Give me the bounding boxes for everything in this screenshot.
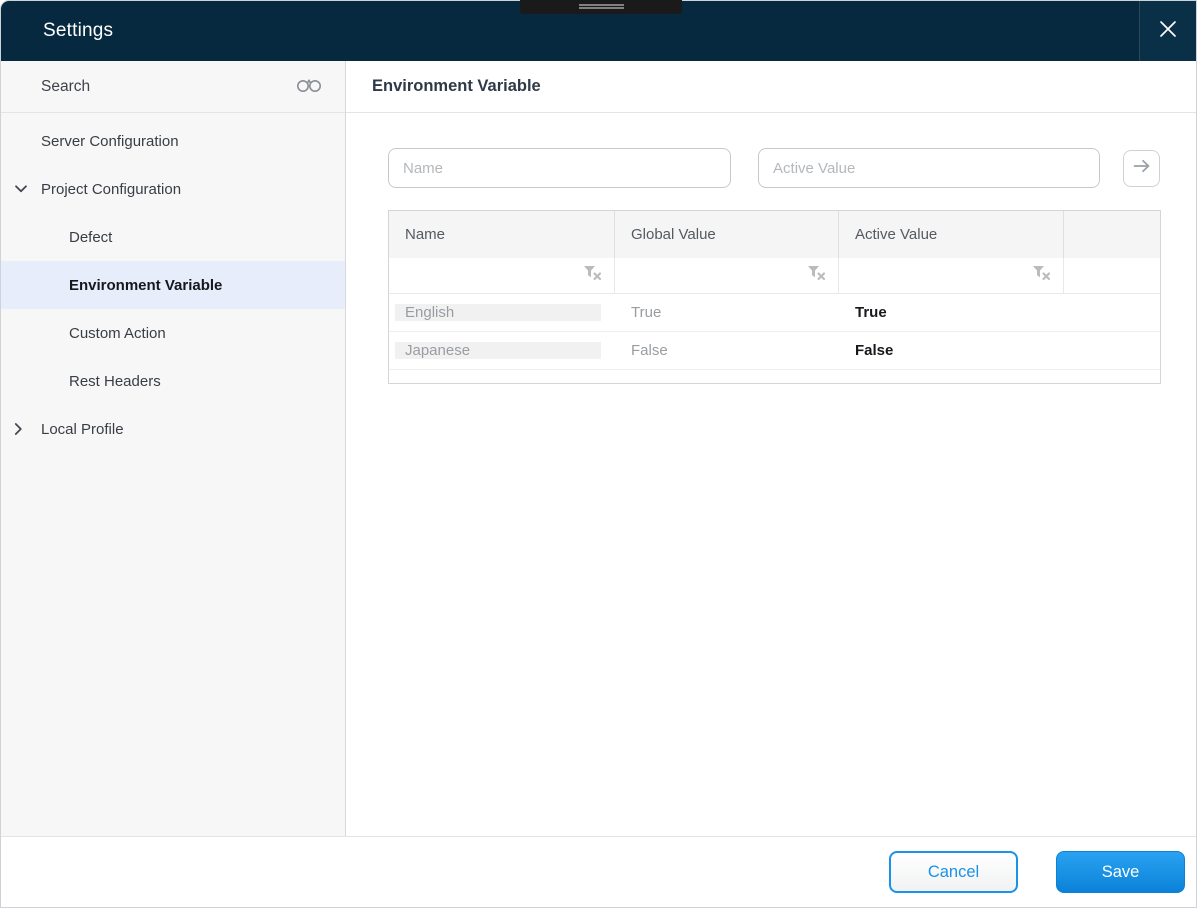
row-name-cell: Japanese xyxy=(389,332,615,369)
row-active-value-cell[interactable]: False xyxy=(839,332,1064,369)
filter-cell-name[interactable] xyxy=(389,258,615,293)
add-variable-row xyxy=(388,148,1160,188)
column-header-empty xyxy=(1064,211,1160,258)
sidebar-item-custom-action[interactable]: Custom Action xyxy=(1,309,345,357)
search-label: Search xyxy=(41,77,91,95)
clear-filter-icon[interactable] xyxy=(807,265,826,286)
sidebar-item-label: Server Configuration xyxy=(41,132,179,150)
sidebar-item-rest-headers[interactable]: Rest Headers xyxy=(1,357,345,405)
row-name-cell: English xyxy=(389,294,615,331)
name-input[interactable] xyxy=(388,148,732,188)
sidebar-nav: Server Configuration Project Configurati… xyxy=(1,113,345,453)
column-header-active-value[interactable]: Active Value xyxy=(839,211,1064,258)
settings-dialog: Settings Search Server Configuration Pro… xyxy=(0,0,1197,908)
sidebar: Search Server Configuration Project Conf… xyxy=(1,61,346,836)
table-filter-row xyxy=(389,258,1160,294)
page-title: Environment Variable xyxy=(372,77,541,95)
sidebar-item-label: Rest Headers xyxy=(69,372,161,390)
table-footer-spacer xyxy=(389,370,1160,383)
sidebar-item-project-configuration[interactable]: Project Configuration xyxy=(1,165,345,213)
sidebar-item-local-profile[interactable]: Local Profile xyxy=(1,405,345,453)
sidebar-item-label: Custom Action xyxy=(69,324,166,342)
drag-handle-line xyxy=(578,7,624,9)
row-empty-cell xyxy=(1064,294,1160,331)
window-drag-handle[interactable] xyxy=(520,0,682,14)
sidebar-item-server-configuration[interactable]: Server Configuration xyxy=(1,117,345,165)
table-row[interactable]: English True True xyxy=(389,294,1160,332)
filter-cell-empty xyxy=(1064,258,1160,293)
active-value-input[interactable] xyxy=(758,148,1101,188)
sidebar-item-environment-variable[interactable]: Environment Variable xyxy=(1,261,345,309)
row-global-value-cell: False xyxy=(631,342,668,359)
column-header-name[interactable]: Name xyxy=(389,211,615,258)
submit-arrow-button[interactable] xyxy=(1123,149,1160,187)
sidebar-item-label: Local Profile xyxy=(41,420,124,438)
arrow-right-icon xyxy=(1133,159,1151,178)
sidebar-item-label: Project Configuration xyxy=(41,180,182,198)
sidebar-item-defect[interactable]: Defect xyxy=(1,213,345,261)
close-button[interactable] xyxy=(1139,1,1196,61)
row-empty-cell xyxy=(1064,332,1160,369)
save-button[interactable]: Save xyxy=(1056,851,1185,893)
dialog-footer: Cancel Save xyxy=(1,836,1196,907)
main-content: Name Global Value Active Value xyxy=(346,113,1196,384)
sidebar-item-label: Defect xyxy=(69,228,113,246)
settings-window: Settings Search Server Configuration Pro… xyxy=(0,0,1197,908)
table-header-row: Name Global Value Active Value xyxy=(389,211,1160,258)
drag-handle-line xyxy=(578,4,624,6)
sidebar-search[interactable]: Search xyxy=(1,61,345,113)
variables-table: Name Global Value Active Value English T… xyxy=(388,210,1161,384)
dialog-body: Search Server Configuration Project Conf… xyxy=(1,61,1196,836)
filter-cell-active[interactable] xyxy=(839,258,1064,293)
filter-cell-global[interactable] xyxy=(615,258,839,293)
main-panel: Environment Variable Name Active Value N… xyxy=(346,61,1196,836)
binoculars-icon xyxy=(295,75,323,98)
close-icon xyxy=(1158,19,1178,44)
table-row[interactable]: Japanese False False xyxy=(389,332,1160,370)
cancel-button[interactable]: Cancel xyxy=(889,851,1018,893)
chevron-right-icon xyxy=(14,422,23,436)
clear-filter-icon[interactable] xyxy=(583,265,602,286)
variable-name-value: Japanese xyxy=(395,342,601,359)
row-global-value-cell: True xyxy=(631,304,662,321)
row-active-value-cell[interactable]: True xyxy=(839,294,1064,331)
variable-name-value: English xyxy=(395,304,601,321)
sidebar-item-label: Environment Variable xyxy=(69,276,223,294)
main-title-row: Environment Variable xyxy=(346,61,1196,113)
chevron-down-icon xyxy=(14,185,28,194)
clear-filter-icon[interactable] xyxy=(1032,265,1051,286)
column-header-global-value[interactable]: Global Value xyxy=(615,211,839,258)
